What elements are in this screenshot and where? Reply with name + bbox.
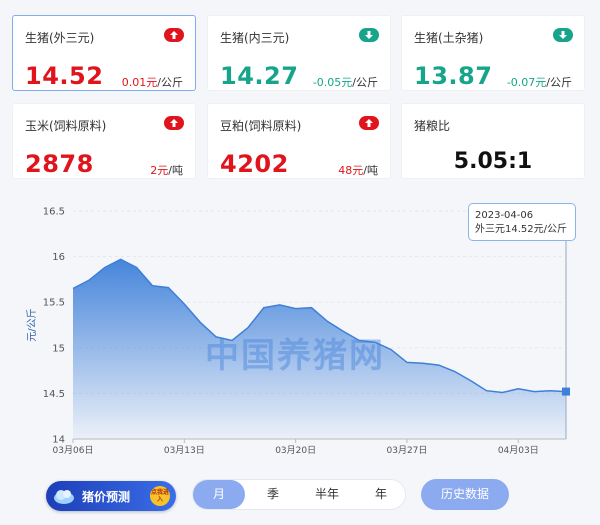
arrow-up-icon bbox=[164, 116, 184, 130]
card-price: 2878 bbox=[25, 150, 94, 178]
tooltip-value: 外三元14.52元/公斤 bbox=[475, 224, 567, 235]
card-change: -0.07元/公斤 bbox=[506, 76, 572, 89]
y-tick-labels: 14 14.5 15 15.5 16 16.5 bbox=[43, 207, 65, 446]
card-change: 48元/吨 bbox=[338, 164, 378, 177]
tab-half-year[interactable]: 半年 bbox=[301, 480, 353, 509]
card-price: 13.87 bbox=[414, 62, 493, 90]
arrow-down-icon bbox=[553, 28, 573, 42]
card-name: 生猪(外三元) bbox=[25, 31, 95, 45]
y-tick-label: 14 bbox=[52, 435, 65, 446]
tooltip-date: 2023-04-06 bbox=[475, 210, 534, 221]
enter-badge: 点我进入 bbox=[150, 486, 170, 506]
card-change: 0.01元/公斤 bbox=[121, 76, 183, 89]
arrow-up-icon bbox=[359, 116, 379, 130]
card-name: 生猪(土杂猪) bbox=[414, 31, 484, 45]
pig-grain-ratio: 5.05:1 bbox=[453, 149, 533, 174]
price-card-waisanyuan[interactable]: 生猪(外三元) 14.52 0.01元/公斤 bbox=[12, 15, 196, 91]
price-forecast-button[interactable]: 猪价预测 点我进入 bbox=[46, 481, 176, 511]
card-name: 生猪(内三元) bbox=[220, 31, 290, 45]
ratio-card[interactable]: 猪粮比 5.05:1 bbox=[401, 103, 585, 179]
x-tick-label: 03月27日 bbox=[387, 445, 428, 456]
y-tick-label: 15 bbox=[52, 343, 65, 354]
card-price: 14.27 bbox=[220, 62, 299, 90]
y-tick-label: 16.5 bbox=[43, 207, 65, 218]
price-card-soymeal[interactable]: 豆粕(饲料原料) 4202 48元/吨 bbox=[207, 103, 391, 179]
hover-point-marker bbox=[562, 387, 570, 396]
arrow-down-icon bbox=[359, 28, 379, 42]
y-tick-label: 15.5 bbox=[43, 298, 65, 309]
price-card-tuzazhu[interactable]: 生猪(土杂猪) 13.87 -0.07元/公斤 bbox=[401, 15, 585, 91]
card-name: 猪粮比 bbox=[414, 119, 451, 133]
x-tick-label: 03月13日 bbox=[164, 445, 205, 456]
x-tick-label: 03月20日 bbox=[275, 445, 316, 456]
period-tabs: 月 季 半年 年 bbox=[192, 479, 406, 510]
card-price: 4202 bbox=[220, 150, 289, 178]
arrow-up-icon bbox=[164, 28, 184, 42]
chart-tooltip: 2023-04-06 外三元14.52元/公斤 bbox=[468, 203, 576, 241]
card-name: 玉米(饲料原料) bbox=[25, 119, 107, 133]
price-card-neisanyuan[interactable]: 生猪(内三元) 14.27 -0.05元/公斤 bbox=[207, 15, 391, 91]
x-tick-label: 03月06日 bbox=[53, 445, 94, 456]
x-tick-labels: 03月06日 03月13日 03月20日 03月27日 04月03日 bbox=[53, 439, 539, 456]
card-name: 豆粕(饲料原料) bbox=[220, 119, 302, 133]
y-tick-label: 14.5 bbox=[43, 389, 65, 400]
y-tick-label: 16 bbox=[52, 252, 65, 263]
y-axis-label: 元/公斤 bbox=[26, 308, 38, 341]
card-price: 14.52 bbox=[25, 62, 104, 90]
tab-quarter[interactable]: 季 bbox=[247, 480, 299, 509]
x-tick-label: 04月03日 bbox=[498, 445, 539, 456]
watermark: 中国养猪网 bbox=[205, 336, 385, 376]
cloud-icon bbox=[54, 490, 74, 504]
tab-month[interactable]: 月 bbox=[193, 480, 245, 509]
price-card-corn[interactable]: 玉米(饲料原料) 2878 2元/吨 bbox=[12, 103, 196, 179]
card-change: -0.05元/公斤 bbox=[312, 76, 378, 89]
forecast-label: 猪价预测 bbox=[82, 490, 131, 504]
history-data-button[interactable]: 历史数据 bbox=[421, 479, 509, 510]
card-change: 2元/吨 bbox=[150, 164, 183, 177]
tab-year[interactable]: 年 bbox=[355, 480, 407, 509]
